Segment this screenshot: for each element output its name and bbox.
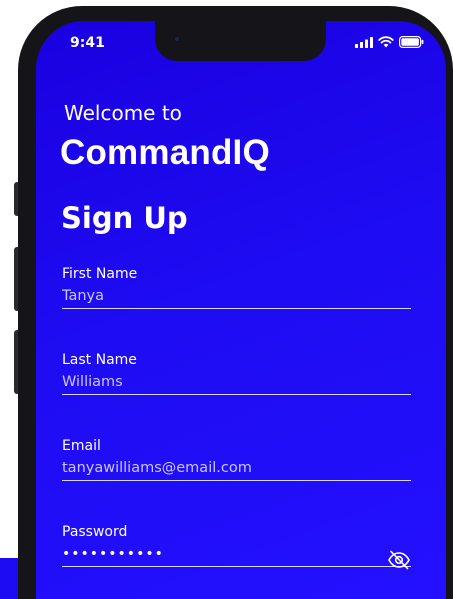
notch xyxy=(155,21,326,61)
brand-title: CommandIQ xyxy=(60,133,270,172)
canvas: 9:41 Welcome to CommandIQ Sign Up First … xyxy=(0,0,453,599)
password-field: Password ••••••••••• xyxy=(62,524,411,570)
status-icons xyxy=(355,36,424,48)
first-name-input[interactable] xyxy=(62,286,411,309)
phone-screen: 9:41 Welcome to CommandIQ Sign Up First … xyxy=(36,21,446,599)
eye-off-icon[interactable] xyxy=(387,548,411,572)
first-name-label: First Name xyxy=(62,266,138,282)
last-name-input[interactable] xyxy=(62,372,411,395)
email-label: Email xyxy=(62,438,101,454)
password-input[interactable]: ••••••••••• xyxy=(62,544,411,567)
welcome-text: Welcome to xyxy=(64,101,182,125)
battery-icon xyxy=(399,36,424,48)
email-input[interactable] xyxy=(62,458,411,481)
camera-icon xyxy=(173,35,181,43)
page-title: Sign Up xyxy=(61,201,188,235)
status-time: 9:41 xyxy=(70,35,105,51)
signal-icon xyxy=(355,36,373,48)
last-name-label: Last Name xyxy=(62,352,137,368)
email-field: Email xyxy=(62,438,411,481)
password-label: Password xyxy=(62,524,128,540)
first-name-field: First Name xyxy=(62,266,411,309)
wifi-icon xyxy=(378,36,394,48)
last-name-field: Last Name xyxy=(62,352,411,395)
